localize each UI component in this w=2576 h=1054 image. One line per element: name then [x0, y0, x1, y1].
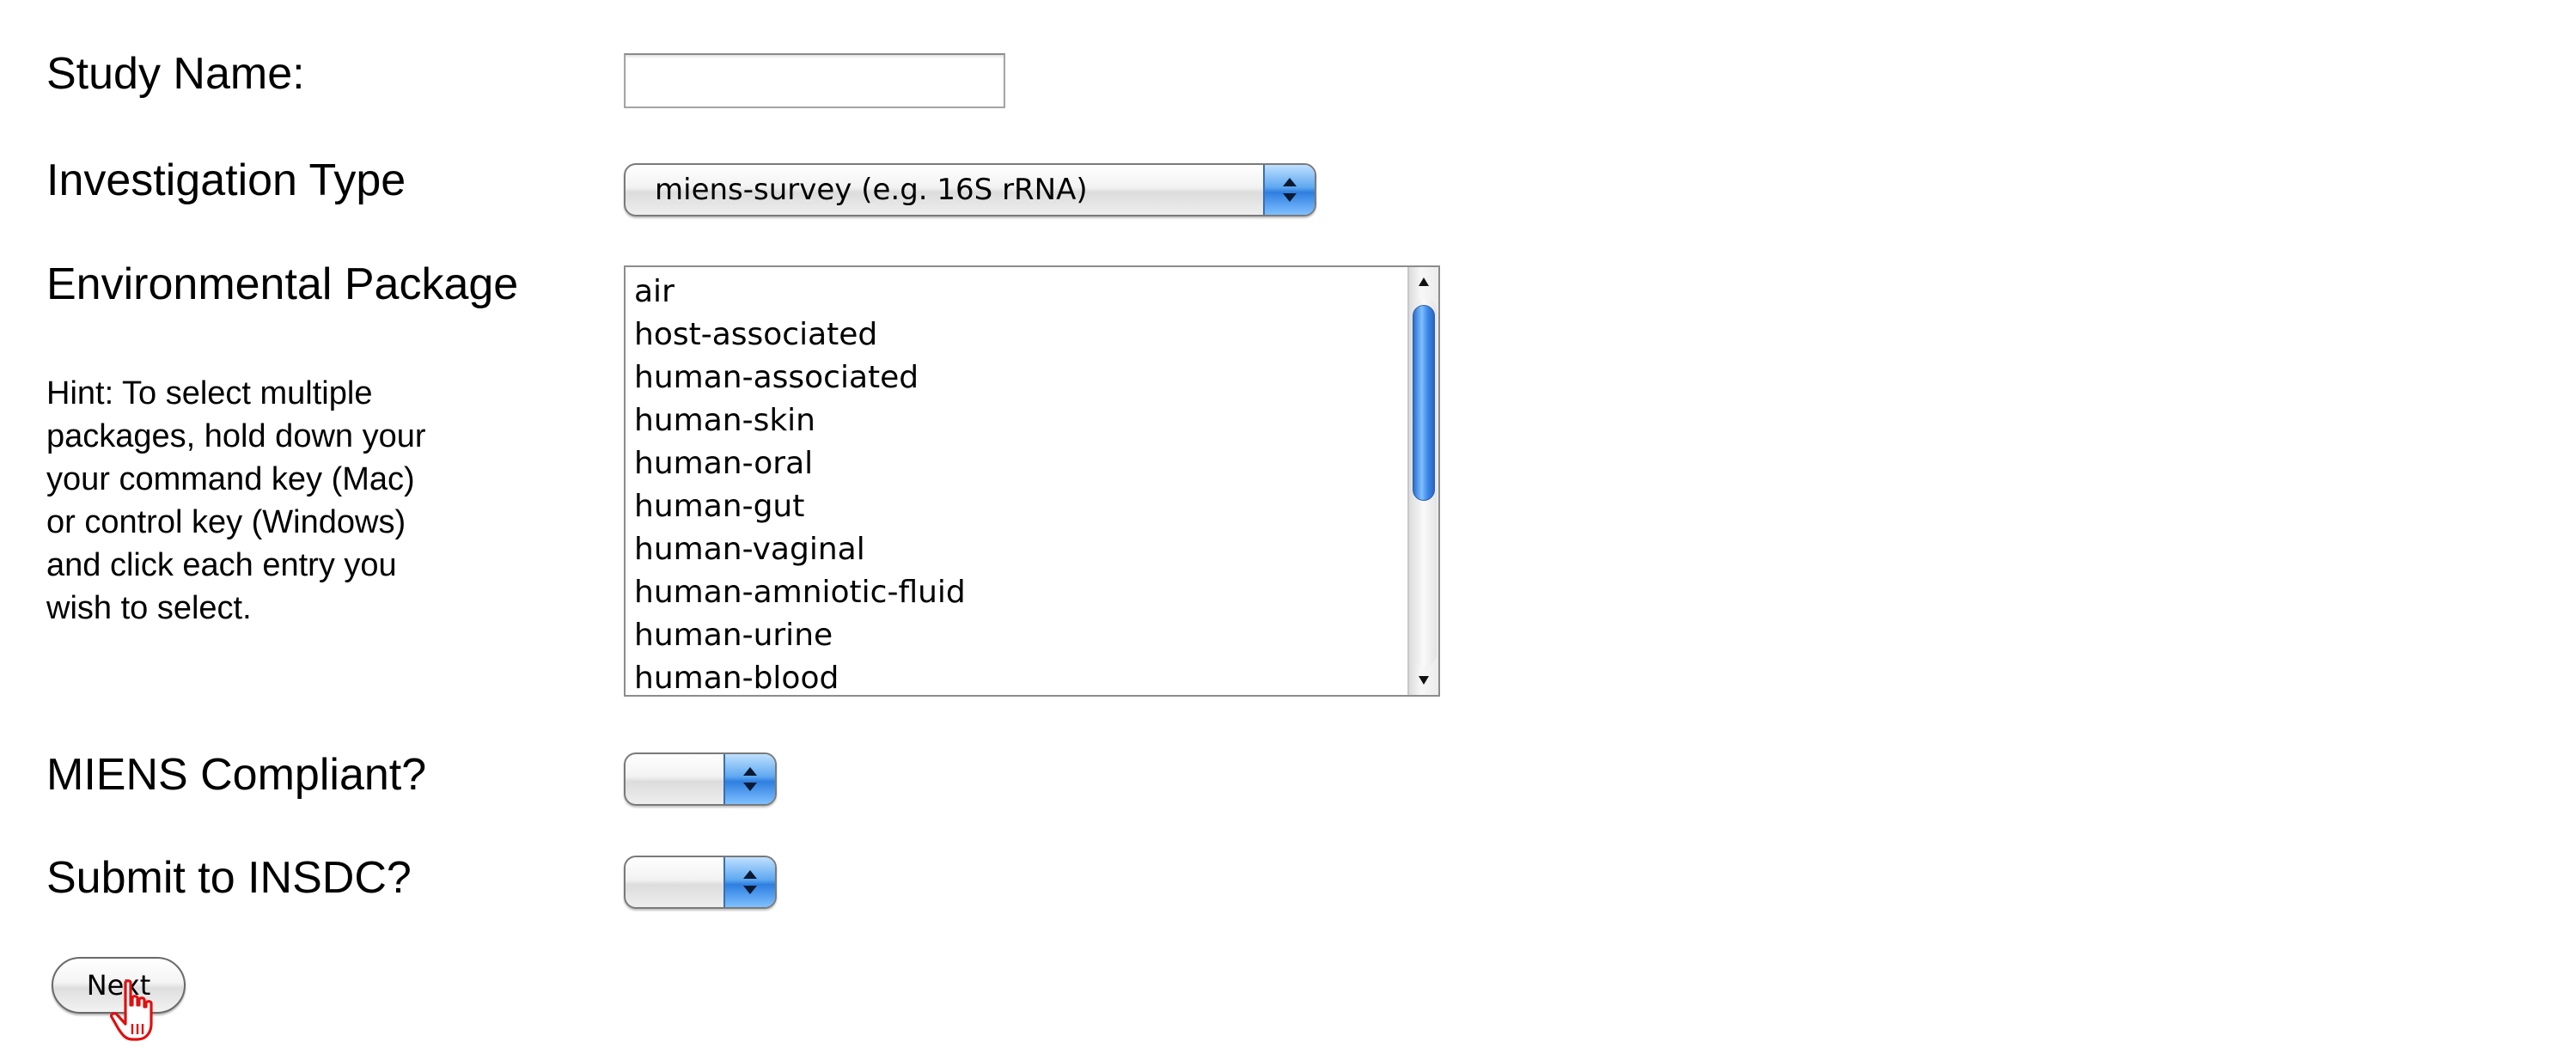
environmental-package-label: Environmental Package [46, 259, 519, 309]
listbox-option-host-associated[interactable]: host-associated [634, 314, 1401, 356]
listbox-option-human-amniotic-fluid[interactable]: human-amniotic-fluid [634, 571, 1401, 614]
study-name-label: Study Name: [46, 49, 305, 99]
listbox-option-human-oral[interactable]: human-oral [634, 442, 1401, 485]
listbox-option-human-gut[interactable]: human-gut [634, 485, 1401, 528]
listbox-option-air[interactable]: air [634, 271, 1401, 314]
scroll-down-arrow-icon[interactable] [1409, 667, 1438, 693]
environmental-package-listbox[interactable]: air host-associated human-associated hum… [624, 265, 1440, 697]
investigation-type-label: Investigation Type [46, 155, 406, 205]
listbox-options: air host-associated human-associated hum… [634, 271, 1401, 695]
hint-line: or control key (Windows) [46, 504, 406, 540]
hint-line: packages, hold down your [46, 418, 426, 454]
hint-line: Hint: To select multiple [46, 375, 373, 411]
hint-line: wish to select. [46, 590, 252, 626]
listbox-option-human-associated[interactable]: human-associated [634, 356, 1401, 399]
next-button[interactable]: Next [52, 957, 186, 1014]
listbox-option-human-skin[interactable]: human-skin [634, 399, 1401, 442]
environmental-package-hint: Hint: To select multiple packages, hold … [46, 372, 528, 630]
hint-line: and click each entry you [46, 547, 397, 583]
scroll-thumb[interactable] [1413, 305, 1435, 501]
select-arrows-icon [1263, 165, 1315, 215]
listbox-scrollbar[interactable] [1407, 267, 1438, 695]
listbox-option-human-blood[interactable]: human-blood [634, 657, 1401, 695]
investigation-type-selected-value: miens-survey (e.g. 16S rRNA) [655, 173, 1088, 207]
hint-line: your command key (Mac) [46, 461, 415, 497]
listbox-option-human-urine[interactable]: human-urine [634, 614, 1401, 657]
select-arrows-icon [723, 754, 775, 804]
investigation-type-select[interactable]: miens-survey (e.g. 16S rRNA) [624, 163, 1316, 216]
miens-compliant-label: MIENS Compliant? [46, 750, 427, 800]
study-name-input[interactable] [624, 53, 1005, 108]
miens-compliant-select[interactable] [624, 752, 777, 806]
select-arrows-icon [723, 857, 775, 907]
submit-to-insdc-label: Submit to INSDC? [46, 853, 412, 903]
listbox-option-human-vaginal[interactable]: human-vaginal [634, 528, 1401, 571]
submit-to-insdc-select[interactable] [624, 856, 777, 909]
scroll-up-arrow-icon[interactable] [1409, 269, 1438, 295]
